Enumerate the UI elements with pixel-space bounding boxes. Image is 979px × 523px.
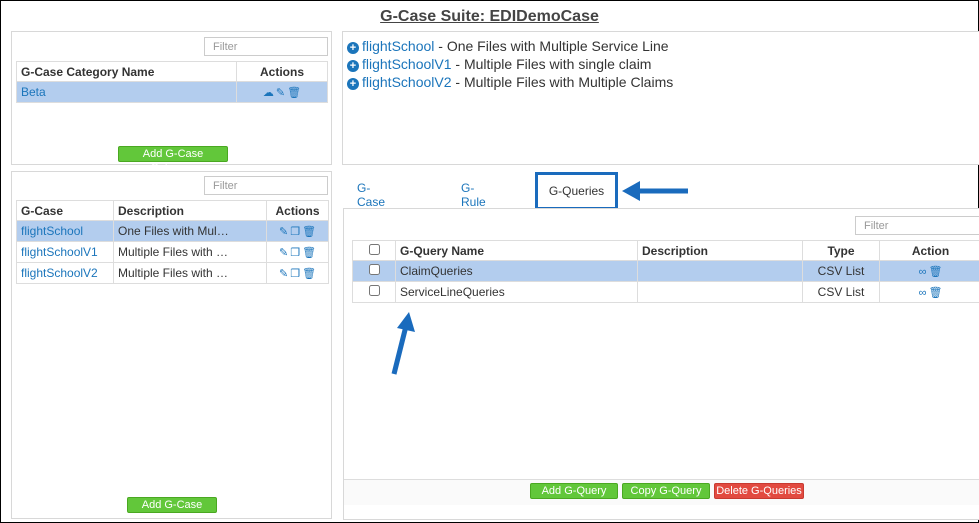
add-gcase-button[interactable]: Add G-Case [127, 497, 217, 513]
table-row[interactable]: ServiceLineQueries CSV List ∞ 🗑 [352, 281, 979, 303]
query-description [637, 281, 803, 303]
col-header-select [352, 240, 396, 261]
cloud-upload-icon[interactable]: ☁ [263, 87, 274, 99]
trash-icon[interactable]: 🗑 [302, 268, 316, 280]
table-row[interactable]: flightSchool One Files with Mul… ✎ ❐ 🗑 [16, 220, 329, 242]
case-description: - Multiple Files with Multiple Claims [451, 74, 674, 90]
link-icon[interactable]: ∞ [919, 266, 927, 278]
copy-icon[interactable]: ❐ [290, 247, 300, 259]
table-row[interactable]: Beta ☁ ✎ 🗑 [16, 81, 328, 103]
col-header-description: Description [113, 200, 267, 221]
delete-gqueries-button[interactable]: Delete G-Queries [714, 483, 804, 499]
plus-circle-icon[interactable]: + [347, 42, 359, 54]
table-row[interactable]: flightSchoolV2 Multiple Files with … ✎ ❐ 🗑 [16, 262, 329, 284]
trash-icon[interactable]: 🗑 [928, 287, 942, 299]
category-panel: G-Case Category Name Actions Beta ☁✎🗑 Ad… [11, 31, 332, 174]
gcase-panel: G-Case Description Actions flightSchool … [11, 171, 332, 519]
pencil-icon[interactable]: ✎ [279, 226, 288, 238]
col-header-actions: Actions [266, 200, 329, 221]
queries-table: G-Query Name Description Type Action Cla… [352, 240, 979, 303]
col-header-description: Description [637, 240, 803, 261]
trash-icon[interactable]: 🗑 [302, 247, 316, 259]
query-type: CSV List [802, 281, 880, 303]
add-category-button[interactable]: Add G-Case Category [118, 146, 228, 174]
page-title: G-Case Suite: EDIDemoCase [380, 8, 599, 25]
gcase-description: Multiple Files with … [113, 262, 267, 284]
add-gquery-button[interactable]: Add G-Query [530, 483, 618, 499]
query-filter-input[interactable] [855, 216, 979, 235]
query-description [637, 260, 803, 282]
case-link[interactable]: flightSchool [362, 38, 434, 54]
case-list: + flightSchool - One Files with Multiple … [347, 37, 673, 91]
case-link[interactable]: flightSchoolV1 [362, 56, 452, 72]
copy-gquery-button[interactable]: Copy G-Query [622, 483, 710, 499]
col-header-type: Type [802, 240, 880, 261]
gcase-name-link[interactable]: flightSchoolV2 [21, 266, 98, 280]
row-checkbox[interactable] [368, 285, 380, 296]
case-description: - One Files with Multiple Service Line [434, 38, 669, 54]
gcase-name-link[interactable]: flightSchool [21, 224, 83, 238]
plus-circle-icon[interactable]: + [347, 60, 359, 72]
copy-icon[interactable]: ❐ [290, 268, 300, 280]
select-all-checkbox[interactable] [368, 243, 380, 255]
case-description: - Multiple Files with single claim [451, 56, 652, 72]
query-name[interactable]: ServiceLineQueries [395, 281, 638, 303]
gcase-name-link[interactable]: flightSchoolV1 [21, 245, 98, 259]
pencil-icon[interactable]: ✎ [279, 247, 288, 259]
list-item: + flightSchoolV2 - Multiple Files with Mu… [347, 73, 673, 91]
gcase-description: Multiple Files with … [113, 241, 267, 263]
category-table: G-Case Category Name Actions Beta ☁ ✎ 🗑 [16, 61, 328, 103]
col-header-category-name: G-Case Category Name [16, 61, 237, 82]
annotation-arrow-up [391, 312, 415, 375]
table-row[interactable]: ClaimQueries CSV List ∞ 🗑 [352, 260, 979, 282]
annotation-arrow-left [622, 181, 688, 201]
col-header-action: Action [879, 240, 979, 261]
gcase-filter-input[interactable] [204, 176, 328, 195]
queries-panel: G-Query Name Description Type Action Cla… [343, 208, 979, 520]
pencil-icon[interactable]: ✎ [279, 268, 288, 280]
list-item: + flightSchoolV1 - Multiple Files with si… [347, 55, 673, 73]
pencil-icon[interactable]: ✎ [276, 87, 285, 99]
trash-icon[interactable]: 🗑 [928, 266, 942, 278]
category-name-link[interactable]: Beta [21, 85, 46, 99]
col-header-actions: Actions [236, 61, 328, 82]
tab-gqueries[interactable]: G-Queries [535, 172, 618, 210]
col-header-gcase: G-Case [16, 200, 114, 221]
trash-icon[interactable]: 🗑 [302, 226, 316, 238]
table-row[interactable]: flightSchoolV1 Multiple Files with … ✎ ❐ 🗑 [16, 241, 329, 263]
case-link[interactable]: flightSchoolV2 [362, 74, 452, 90]
trash-icon[interactable]: 🗑 [287, 87, 301, 99]
query-name[interactable]: ClaimQueries [395, 260, 638, 282]
gcase-description: One Files with Mul… [113, 220, 267, 242]
list-item: + flightSchool - One Files with Multiple … [347, 37, 673, 55]
link-icon[interactable]: ∞ [919, 287, 927, 299]
category-filter-input[interactable] [204, 37, 328, 56]
plus-circle-icon[interactable]: + [347, 78, 359, 90]
gcase-table: G-Case Description Actions flightSchool … [16, 200, 329, 284]
query-type: CSV List [802, 260, 880, 282]
copy-icon[interactable]: ❐ [290, 226, 300, 238]
row-checkbox[interactable] [368, 264, 380, 275]
col-header-query-name: G-Query Name [395, 240, 638, 261]
